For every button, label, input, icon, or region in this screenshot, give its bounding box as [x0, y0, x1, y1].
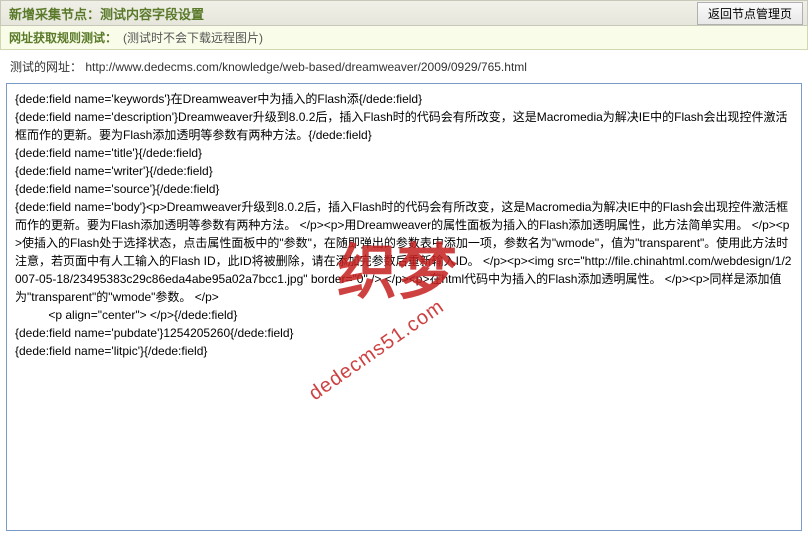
- test-url-value: http://www.dedecms.com/knowledge/web-bas…: [85, 60, 527, 74]
- sub-title: 网址获取规则测试：: [9, 29, 117, 46]
- test-url-row: 测试的网址： http://www.dedecms.com/knowledge/…: [0, 50, 808, 83]
- result-content: {dede:field name='keywords'}在Dreamweaver…: [15, 90, 793, 360]
- back-button[interactable]: 返回节点管理页: [697, 2, 803, 25]
- page-header: 新增采集节点：测试内容字段设置 返回节点管理页: [0, 0, 808, 26]
- test-url-label: 测试的网址：: [10, 60, 82, 74]
- sub-header: 网址获取规则测试： (测试时不会下载远程图片): [0, 26, 808, 50]
- page-title: 新增采集节点：测试内容字段设置: [9, 4, 204, 23]
- result-textarea[interactable]: {dede:field name='keywords'}在Dreamweaver…: [6, 83, 802, 531]
- sub-note: (测试时不会下载远程图片): [123, 29, 263, 46]
